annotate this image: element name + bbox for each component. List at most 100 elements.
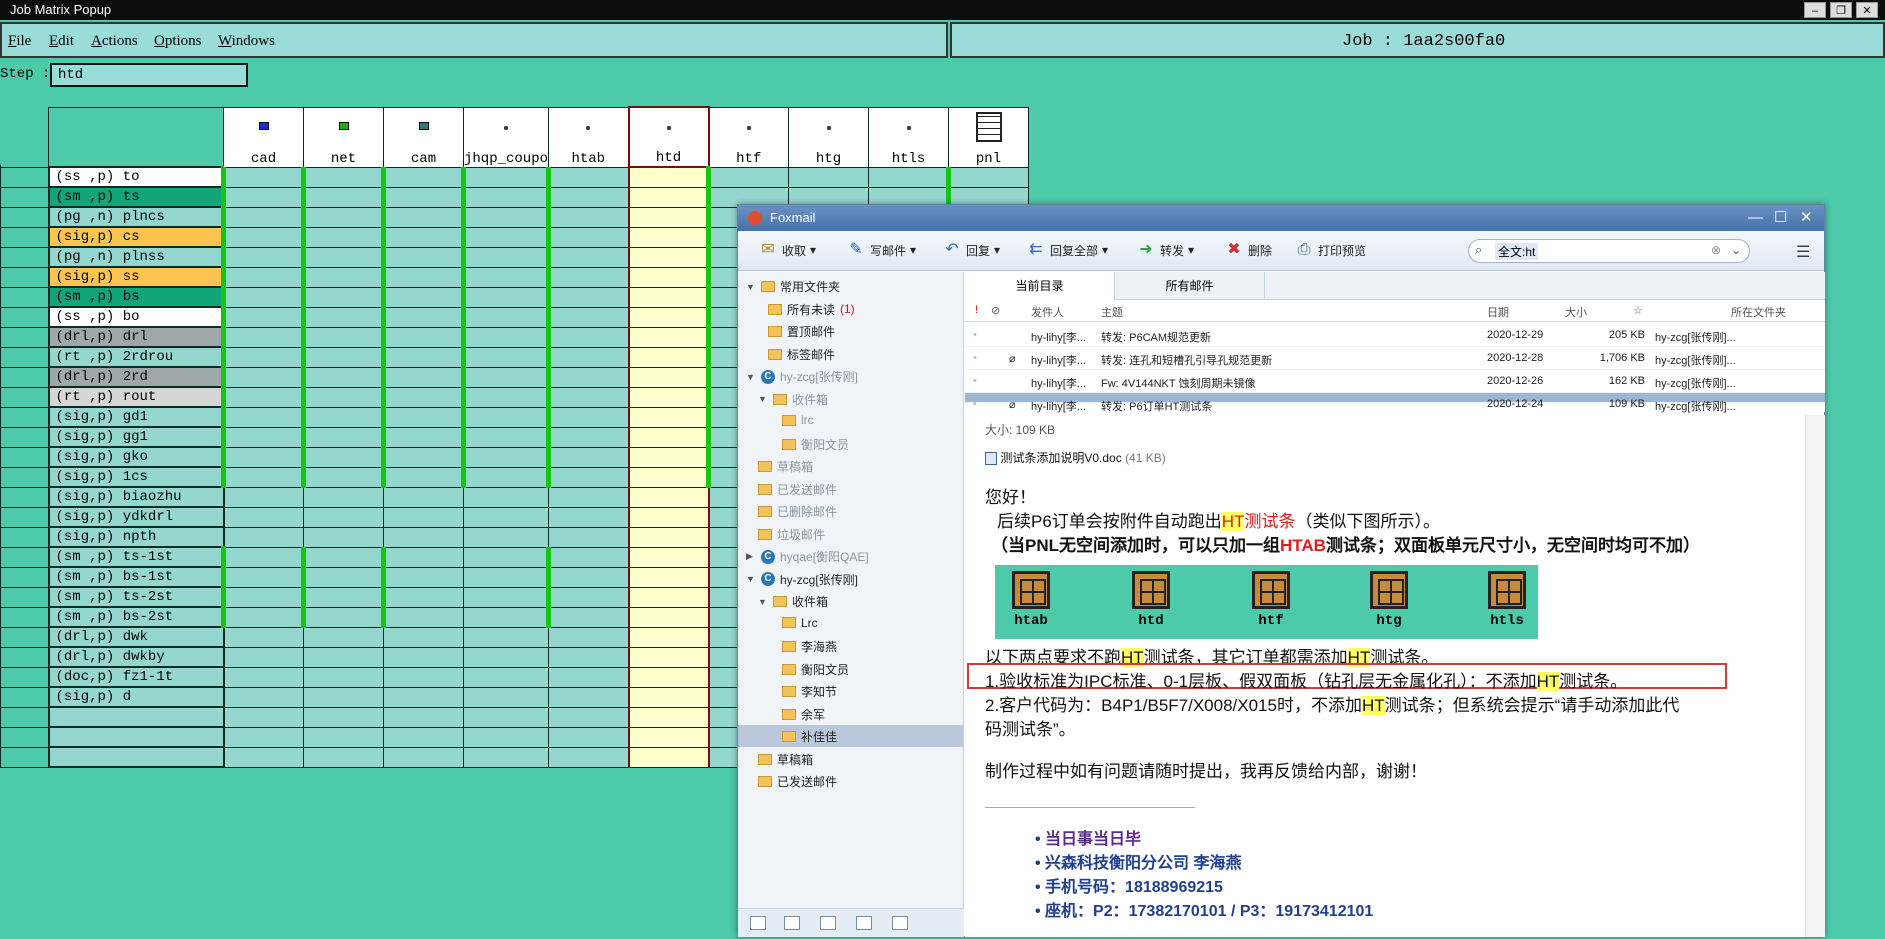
- matrix-cell[interactable]: [301, 226, 384, 248]
- matrix-cell[interactable]: [627, 426, 710, 448]
- layer-name[interactable]: (drl,p) dwk: [47, 626, 225, 648]
- matrix-cell[interactable]: [303, 726, 384, 748]
- matrix-cell[interactable]: [221, 386, 304, 408]
- search-options-icon[interactable]: ⌄: [1731, 243, 1741, 257]
- print-preview-button[interactable]: ⎙ 打印预览: [1294, 241, 1366, 259]
- matrix-cell[interactable]: [381, 346, 464, 368]
- reply-button[interactable]: ↶ 回复 ▾: [942, 241, 1000, 259]
- step-field[interactable]: htd: [50, 63, 248, 87]
- matrix-cell[interactable]: [548, 726, 630, 748]
- matrix-cell[interactable]: [221, 426, 304, 448]
- matrix-cell[interactable]: [462, 506, 550, 528]
- matrix-cell[interactable]: [381, 286, 464, 308]
- matrix-cell[interactable]: [460, 226, 550, 248]
- folder-item[interactable]: 衡阳文员: [782, 436, 849, 453]
- clear-search-icon[interactable]: ⊗: [1711, 243, 1721, 257]
- matrix-col-htls[interactable]: htls: [868, 106, 950, 168]
- layer-name[interactable]: (sm ,p) bs-2st: [47, 606, 225, 628]
- matrix-cell[interactable]: [460, 166, 550, 188]
- matrix-cell[interactable]: [460, 366, 550, 388]
- matrix-cell[interactable]: [223, 686, 304, 708]
- matrix-col-net[interactable]: net: [303, 106, 384, 168]
- matrix-cell[interactable]: [546, 306, 630, 328]
- matrix-cell[interactable]: [303, 486, 384, 508]
- layer-name[interactable]: (sm ,p) ts-1st: [47, 546, 225, 568]
- matrix-cell[interactable]: [303, 666, 384, 688]
- matrix-cell[interactable]: [627, 466, 710, 488]
- layer-name[interactable]: (sm ,p) bs: [47, 286, 225, 308]
- matrix-cell[interactable]: [301, 386, 384, 408]
- folder-item[interactable]: 李知节: [782, 683, 837, 700]
- minimize-button[interactable]: –: [1804, 2, 1826, 18]
- matrix-cell[interactable]: [546, 286, 630, 308]
- matrix-cell[interactable]: [788, 166, 870, 188]
- search-input[interactable]: 全文:ht: [1495, 243, 1539, 260]
- layer-name[interactable]: (drl,p) drl: [47, 326, 225, 348]
- col-subject[interactable]: 主题: [1101, 304, 1123, 320]
- expand-icon[interactable]: ▼: [758, 597, 768, 607]
- matrix-cell[interactable]: [301, 166, 384, 188]
- matrix-cell[interactable]: [303, 686, 384, 708]
- matrix-cell[interactable]: [303, 626, 384, 648]
- matrix-cell[interactable]: [462, 706, 550, 728]
- layer-name[interactable]: (sig,p) cs: [47, 226, 225, 248]
- layer-name[interactable]: (sm ,p) ts-2st: [47, 586, 225, 608]
- rss-icon[interactable]: [892, 916, 908, 930]
- menu-windows[interactable]: Windows: [218, 33, 275, 50]
- matrix-cell[interactable]: [462, 526, 550, 548]
- matrix-cell[interactable]: [301, 346, 384, 368]
- matrix-cell[interactable]: [460, 186, 550, 208]
- matrix-cell[interactable]: [462, 586, 550, 608]
- matrix-cell[interactable]: [301, 206, 384, 228]
- layer-name[interactable]: (rt ,p) rout: [47, 386, 225, 408]
- matrix-cell[interactable]: [548, 526, 630, 548]
- receive-button[interactable]: ✉ 收取 ▾: [758, 241, 816, 259]
- matrix-cell[interactable]: [546, 366, 630, 388]
- matrix-cell[interactable]: [381, 606, 464, 628]
- matrix-cell[interactable]: [223, 486, 304, 508]
- matrix-col-htf[interactable]: htf: [708, 106, 790, 168]
- expand-icon[interactable]: ▼: [758, 394, 768, 404]
- matrix-cell[interactable]: [460, 246, 550, 268]
- folder-item[interactable]: 垃圾邮件: [758, 526, 825, 543]
- folder-item[interactable]: 草稿箱: [758, 751, 813, 768]
- notes-icon[interactable]: [856, 916, 872, 930]
- layer-name[interactable]: [47, 706, 225, 728]
- matrix-cell[interactable]: [460, 386, 550, 408]
- layer-name[interactable]: (sig,p) gg1: [47, 426, 225, 448]
- folder-item[interactable]: ▼ Chy-zcg[张传刚]: [746, 368, 858, 385]
- matrix-cell[interactable]: [223, 646, 304, 668]
- folder-item[interactable]: ▼ Chy-zcg[张传刚]: [746, 571, 858, 588]
- matrix-cell[interactable]: [223, 726, 304, 748]
- layer-name[interactable]: (sig,p) gko: [47, 446, 225, 468]
- layer-name[interactable]: (drl,p) dwkby: [47, 646, 225, 668]
- matrix-cell[interactable]: [627, 166, 710, 188]
- folder-item[interactable]: ▶ Chyqae[衡阳QAE]: [746, 548, 869, 565]
- matrix-cell[interactable]: [303, 526, 384, 548]
- matrix-cell[interactable]: [460, 466, 550, 488]
- matrix-cell[interactable]: [221, 466, 304, 488]
- matrix-cell[interactable]: [381, 546, 464, 568]
- matrix-cell[interactable]: [383, 626, 464, 648]
- delete-button[interactable]: ✖ 删除: [1224, 241, 1272, 259]
- matrix-cell[interactable]: [546, 246, 630, 268]
- folder-item[interactable]: ▼ 常用文件夹: [746, 278, 840, 295]
- matrix-cell[interactable]: [221, 286, 304, 308]
- matrix-cell[interactable]: [627, 446, 710, 468]
- matrix-cell[interactable]: [383, 646, 464, 668]
- matrix-cell[interactable]: [460, 306, 550, 328]
- matrix-cell[interactable]: [460, 326, 550, 348]
- message-row[interactable]: • ⌀ ☆ hy-lihy[李... 转发: P6订单HT测试条 2020-12-24 10…: [965, 393, 1825, 413]
- matrix-cell[interactable]: [381, 366, 464, 388]
- folder-item[interactable]: 所有未读 (1): [768, 301, 855, 318]
- matrix-cell[interactable]: [627, 686, 710, 708]
- matrix-cell[interactable]: [627, 626, 710, 648]
- layer-name[interactable]: (sig,p) biaozhu: [47, 486, 225, 508]
- matrix-cell[interactable]: [627, 606, 710, 628]
- matrix-cell[interactable]: [381, 246, 464, 268]
- layer-name[interactable]: (doc,p) fz1-1t: [47, 666, 225, 688]
- message-row[interactable]: • ⌀ ☆ hy-lihy[李... 转发: 连孔和短槽孔引导孔规范更新 2020-12-…: [965, 347, 1825, 370]
- matrix-cell[interactable]: [546, 406, 630, 428]
- matrix-cell[interactable]: [221, 546, 304, 568]
- matrix-cell[interactable]: [627, 206, 710, 228]
